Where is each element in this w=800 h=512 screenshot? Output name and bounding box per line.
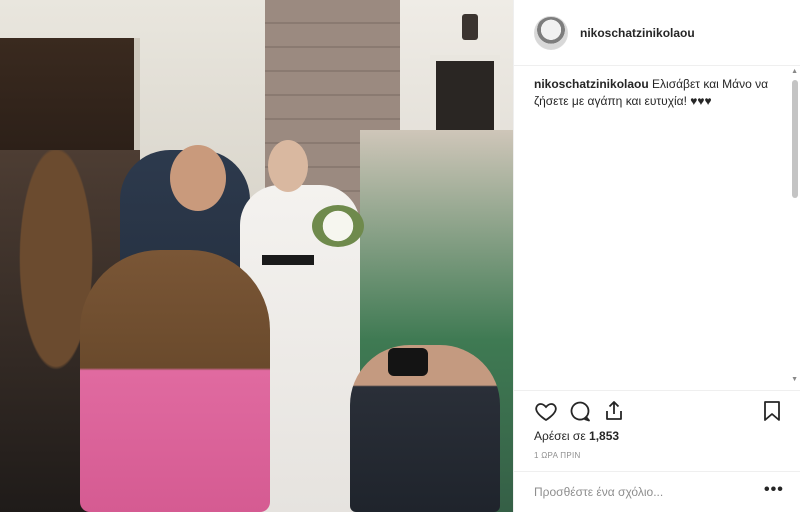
comment-icon[interactable] xyxy=(568,399,592,423)
post-timestamp[interactable]: 1 ΩΡΑ ΠΡΙΝ xyxy=(534,451,581,460)
post-actions: Αρέσει σε 1,853 1 ΩΡΑ ΠΡΙΝ ••• xyxy=(514,390,800,512)
header-username[interactable]: nikoschatzinikolaou xyxy=(580,26,695,40)
photo-guest-foreground xyxy=(80,250,270,512)
photo-bouquet xyxy=(312,205,364,247)
likes-count[interactable]: 1,853 xyxy=(589,429,619,443)
caption-username[interactable]: nikoschatzinikolaou xyxy=(534,77,649,91)
comment-bar: ••• xyxy=(514,471,800,512)
comment-input[interactable] xyxy=(534,485,744,499)
likes-prefix: Αρέσει σε xyxy=(534,429,586,443)
more-options-icon[interactable]: ••• xyxy=(764,481,784,499)
likes-line: Αρέσει σε 1,853 xyxy=(534,429,619,443)
bookmark-icon[interactable] xyxy=(760,399,784,423)
post-header: nikoschatzinikolaou xyxy=(514,0,800,66)
photo-lamp xyxy=(462,14,478,40)
post-caption: nikoschatzinikolaou Ελισάβετ και Μάνο να… xyxy=(534,76,784,110)
photo-groom-head xyxy=(170,145,226,211)
photo-sash xyxy=(262,255,314,265)
action-icons xyxy=(534,399,784,423)
scrollbar-thumb[interactable] xyxy=(792,80,798,198)
avatar[interactable] xyxy=(534,15,568,50)
share-icon[interactable] xyxy=(602,399,626,423)
post-side-panel: nikoschatzinikolaou nikoschatzinikolaou … xyxy=(513,0,800,512)
post-photo[interactable] xyxy=(0,0,513,512)
photo-camera xyxy=(388,348,428,376)
scroll-up-icon[interactable]: ▲ xyxy=(791,68,798,75)
photo-bride-head xyxy=(268,140,308,192)
heart-icon[interactable] xyxy=(534,399,558,423)
scroll-down-icon[interactable]: ▼ xyxy=(791,376,798,383)
